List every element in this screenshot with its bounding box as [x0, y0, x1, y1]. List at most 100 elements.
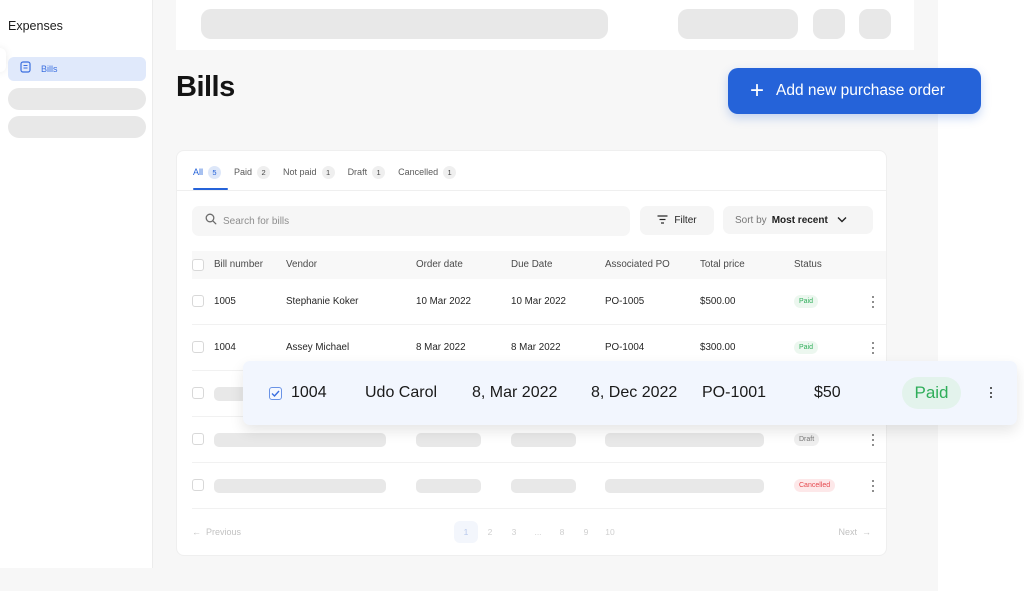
search-field[interactable]	[192, 206, 630, 236]
top-icon-placeholder[interactable]	[859, 9, 891, 39]
tab-label: Draft	[347, 167, 368, 177]
column-header[interactable]: Order date	[416, 259, 463, 270]
sidebar-item-placeholder[interactable]	[8, 116, 146, 138]
column-header[interactable]: Status	[794, 259, 822, 270]
page-button[interactable]: 10	[598, 521, 622, 543]
vendor: Stephanie Koker	[286, 296, 359, 307]
tab-label: Paid	[234, 167, 253, 177]
sidebar-item-bills[interactable]: Bills	[8, 57, 146, 81]
filter-icon	[657, 214, 668, 227]
tab-not-paid[interactable]: Not paid 1	[283, 165, 335, 179]
sort-dropdown[interactable]: Sort by Most recent	[723, 206, 873, 234]
total-price: $500.00	[700, 296, 736, 307]
top-icon-placeholder[interactable]	[813, 9, 845, 39]
column-header[interactable]: Associated PO	[605, 259, 670, 270]
cell-placeholder	[605, 479, 764, 493]
tab-all[interactable]: All 5	[193, 165, 222, 179]
tab-count: 1	[443, 165, 457, 179]
row-more-icon[interactable]	[870, 296, 876, 308]
cell-placeholder	[214, 433, 386, 447]
tab-draft[interactable]: Draft 1	[348, 165, 386, 179]
page-ellipsis: ...	[534, 527, 542, 537]
due-date: 8 Mar 2022	[511, 342, 561, 353]
associated-po: PO-1005	[605, 296, 645, 307]
previous-page-button[interactable]: ← Previous	[192, 527, 241, 537]
row-checkbox[interactable]	[192, 433, 204, 445]
status-badge: Draft	[794, 433, 820, 446]
tab-label: Cancelled	[398, 167, 439, 177]
add-purchase-order-label: Add new purchase order	[776, 82, 945, 99]
cell-placeholder	[511, 433, 576, 447]
vendor: Assey Michael	[286, 342, 350, 353]
add-purchase-order-button[interactable]: + Add new purchase order	[728, 68, 981, 114]
chevron-down-icon	[837, 215, 847, 226]
tab-paid[interactable]: Paid 2	[234, 165, 271, 179]
filter-label: Filter	[674, 215, 697, 226]
order-date: 8, Mar 2022	[472, 384, 558, 401]
sort-label: Sort by	[735, 214, 767, 226]
cell-placeholder	[214, 479, 386, 493]
order-date: 8 Mar 2022	[416, 342, 466, 353]
page-numbers: 1 2 3 ... 8 9 10	[454, 521, 622, 543]
page-button[interactable]: 3	[502, 521, 526, 543]
total-price: $50	[814, 384, 841, 401]
vendor: Udo Carol	[365, 384, 438, 401]
status-badge: Paid	[794, 341, 819, 354]
top-search-placeholder[interactable]	[201, 9, 608, 39]
table-row[interactable]: 1005 Stephanie Koker 10 Mar 2022 10 Mar …	[192, 279, 886, 325]
table-row[interactable]: Cancelled	[192, 463, 886, 509]
next-label: Next	[838, 527, 857, 537]
tab-cancelled[interactable]: Cancelled 1	[398, 165, 457, 179]
page-button[interactable]: 9	[574, 521, 598, 543]
status-badge: Paid	[794, 295, 819, 308]
row-checkbox[interactable]	[192, 295, 204, 307]
status-badge: Paid	[902, 377, 961, 409]
previous-label: Previous	[206, 527, 242, 537]
sidebar-section-title: Expenses	[8, 19, 63, 33]
row-more-icon[interactable]	[870, 480, 876, 492]
row-checkbox-checked[interactable]	[269, 387, 282, 400]
sidebar-item-placeholder[interactable]	[8, 88, 146, 110]
search-icon	[205, 212, 217, 230]
sidebar-collapse-handle[interactable]	[0, 48, 6, 72]
status-badge: Cancelled	[794, 479, 836, 492]
check-icon	[271, 390, 280, 397]
row-more-icon[interactable]	[988, 387, 994, 398]
select-all-checkbox[interactable]	[192, 259, 204, 271]
cell-placeholder	[416, 479, 481, 493]
tab-label: All	[193, 167, 204, 177]
filter-button[interactable]: Filter	[640, 206, 714, 235]
column-header[interactable]: Total price	[700, 259, 745, 270]
column-header[interactable]: Bill number	[214, 259, 263, 270]
page-title: Bills	[176, 71, 235, 103]
next-page-button[interactable]: Next →	[838, 527, 871, 537]
top-action-placeholder[interactable]	[678, 9, 798, 39]
search-input[interactable]	[223, 215, 603, 227]
cell-placeholder	[605, 433, 764, 447]
plus-icon: +	[750, 77, 765, 104]
page-button[interactable]: 8	[550, 521, 574, 543]
due-date: 10 Mar 2022	[511, 296, 567, 307]
page-button[interactable]: 1	[454, 521, 478, 543]
app-window: Expenses Bills Bills + Add new purchase …	[0, 0, 1024, 591]
bill-number: 1005	[214, 296, 236, 307]
bill-number: 1004	[291, 384, 327, 401]
row-checkbox[interactable]	[192, 341, 204, 353]
sidebar-item-label: Bills	[41, 64, 58, 74]
row-checkbox[interactable]	[192, 479, 204, 491]
order-date: 10 Mar 2022	[416, 296, 472, 307]
cell-placeholder	[511, 479, 576, 493]
sort-value: Most recent	[771, 214, 828, 226]
total-price: $300.00	[700, 342, 736, 353]
column-header[interactable]: Vendor	[286, 259, 317, 270]
receipt-icon	[20, 60, 31, 78]
row-more-icon[interactable]	[870, 342, 876, 354]
arrow-right-icon: →	[862, 527, 871, 537]
tab-count: 5	[208, 165, 222, 179]
row-checkbox[interactable]	[192, 387, 204, 399]
page-button[interactable]: 2	[478, 521, 502, 543]
highlighted-table-row[interactable]: 1004 Udo Carol 8, Mar 2022 8, Dec 2022 P…	[243, 361, 1017, 425]
sidebar: Expenses Bills	[0, 0, 153, 568]
row-more-icon[interactable]	[870, 434, 876, 446]
column-header[interactable]: Due Date	[511, 259, 552, 270]
